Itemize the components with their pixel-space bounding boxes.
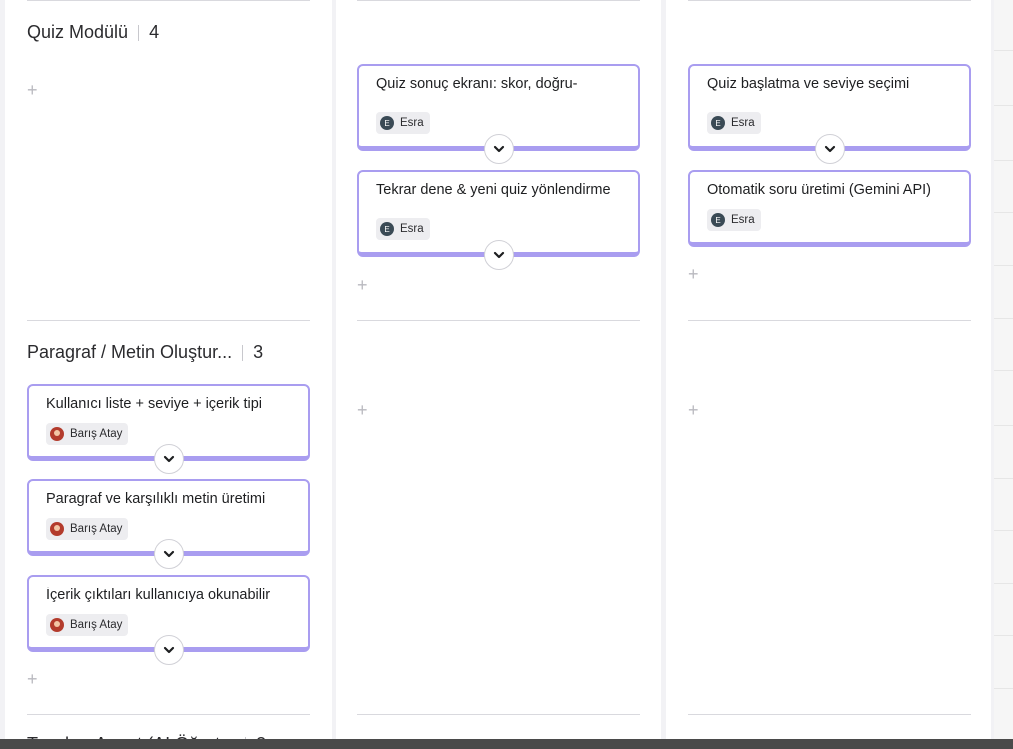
task-card[interactable]: Quiz sonuç ekranı: skor, doğru- E Esra [357,64,640,164]
task-title: Kullanıcı liste + seviye + içerik tipi [46,396,262,412]
expand-subtasks-button[interactable] [153,444,184,474]
assignee-name: Esra [731,117,755,129]
chevron-down-icon [824,145,835,153]
chevron-down-icon [493,251,504,259]
avatar: E [711,116,725,130]
section-header-paragraf[interactable]: Paragraf / Metin Oluştur... 3 [27,342,263,363]
assignee-name: Esra [400,117,424,129]
horizontal-scrollbar[interactable] [0,739,1013,749]
right-edge-panel [994,0,1013,749]
chevron-down-icon [493,145,504,153]
add-task-button[interactable]: + [357,401,368,419]
section-title: Quiz Modülü [27,22,129,42]
avatar [50,427,64,441]
expand-subtasks-button[interactable] [153,539,184,569]
assignee-name: Barış Atay [70,523,123,535]
divider [138,24,140,41]
avatar [50,618,64,632]
assignee-name: Esra [400,223,424,235]
expand-subtasks-button[interactable] [483,240,514,270]
expand-subtasks-button[interactable] [483,134,514,164]
assignee-chip[interactable]: Barış Atay [46,518,129,540]
assignee-chip[interactable]: Barış Atay [46,423,129,445]
add-task-button[interactable]: + [357,276,368,294]
chevron-down-icon [163,455,174,463]
task-title: Quiz başlatma ve seviye seçimi [707,76,910,92]
assignee-name: Barış Atay [70,619,123,631]
assignee-chip[interactable]: E Esra [707,209,761,231]
task-card[interactable]: Paragraf ve karşılıklı metin üretimi Bar… [27,479,310,569]
section-count: 4 [149,22,160,42]
avatar [50,522,64,536]
avatar: E [380,116,394,130]
assignee-name: Esra [731,214,755,226]
task-title: İçerik çıktıları kullanıcıya okunabilir [46,587,271,603]
avatar: E [711,213,725,227]
task-card[interactable]: Otomatik soru üretimi (Gemini API) E Esr… [688,170,971,247]
assignee-chip[interactable]: E Esra [376,218,430,240]
section-title: Paragraf / Metin Oluştur... [27,342,233,362]
task-title: Otomatik soru üretimi (Gemini API) [707,182,931,198]
task-title: Tekrar dene & yeni quiz yönlendirme [376,182,611,198]
assignee-name: Barış Atay [70,428,123,440]
expand-subtasks-button[interactable] [814,134,845,164]
board: Quiz Modülü 4 + Quiz sonuç ekranı: skor,… [0,0,1013,749]
add-task-button[interactable]: + [27,81,38,99]
task-title: Quiz sonuç ekranı: skor, doğru- [376,76,578,92]
chevron-down-icon [163,550,174,558]
assignee-chip[interactable]: E Esra [376,112,430,134]
task-card[interactable]: İçerik çıktıları kullanıcıya okunabilir … [27,575,310,665]
divider [242,344,244,361]
task-card[interactable]: Quiz başlatma ve seviye seçimi E Esra [688,64,971,164]
task-card[interactable]: Tekrar dene & yeni quiz yönlendirme E Es… [357,170,640,270]
task-title: Paragraf ve karşılıklı metin üretimi [46,491,266,507]
assignee-chip[interactable]: Barış Atay [46,614,129,636]
chevron-down-icon [163,646,174,654]
avatar: E [380,222,394,236]
add-task-button[interactable]: + [688,401,699,419]
assignee-chip[interactable]: E Esra [707,112,761,134]
expand-subtasks-button[interactable] [153,635,184,665]
task-card[interactable]: Kullanıcı liste + seviye + içerik tipi B… [27,384,310,474]
add-task-button[interactable]: + [27,670,38,688]
add-task-button[interactable]: + [688,265,699,283]
section-header-quiz[interactable]: Quiz Modülü 4 [27,22,159,43]
section-count: 3 [253,342,264,362]
